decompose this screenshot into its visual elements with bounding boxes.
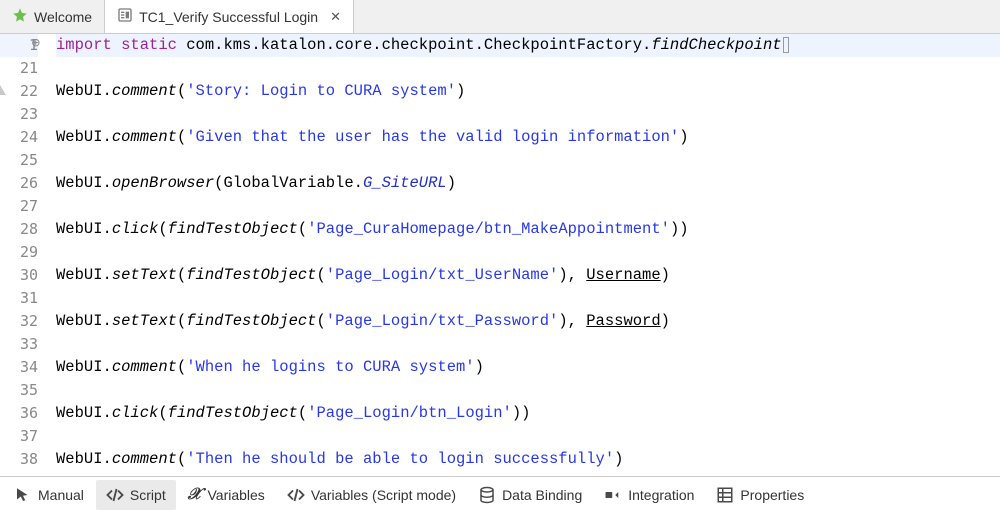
tab-data-binding[interactable]: Data Binding	[468, 480, 592, 510]
code-line[interactable]	[56, 379, 1000, 402]
properties-icon	[716, 486, 734, 504]
variable-x-icon: 𝒳	[188, 486, 202, 504]
code-icon	[287, 486, 305, 504]
code-icon	[106, 486, 124, 504]
btab-label: Variables	[207, 487, 264, 503]
btab-label: Manual	[38, 487, 84, 503]
close-icon[interactable]: ✕	[330, 9, 341, 25]
tab-variables[interactable]: 𝒳 Variables	[178, 480, 275, 510]
code-line[interactable]	[56, 241, 1000, 264]
code-line[interactable]: import static com.kms.katalon.core.check…	[56, 34, 1000, 57]
warning-marker-icon	[0, 85, 6, 95]
fold-expand-icon[interactable]: ⊕	[28, 38, 40, 50]
code-line[interactable]: WebUI.comment('Then he should be able to…	[56, 448, 1000, 471]
code-line[interactable]: WebUI.click(findTestObject('Page_CuraHom…	[56, 218, 1000, 241]
tab-manual[interactable]: Manual	[4, 480, 94, 510]
star-icon	[12, 7, 28, 26]
tab-variables-script[interactable]: Variables (Script mode)	[277, 480, 466, 510]
code-line[interactable]	[56, 103, 1000, 126]
code-line[interactable]: WebUI.comment('When he logins to CURA sy…	[56, 356, 1000, 379]
code-line[interactable]	[56, 287, 1000, 310]
integration-icon	[604, 486, 622, 504]
database-icon	[478, 486, 496, 504]
tab-label: TC1_Verify Successful Login	[139, 9, 318, 25]
tab-properties[interactable]: Properties	[706, 480, 814, 510]
code-line[interactable]: WebUI.setText(findTestObject('Page_Login…	[56, 310, 1000, 333]
code-line[interactable]: WebUI.openBrowser(GlobalVariable.G_SiteU…	[56, 172, 1000, 195]
btab-label: Properties	[740, 487, 804, 503]
tab-label: Welcome	[34, 9, 92, 25]
btab-label: Script	[130, 487, 166, 503]
tab-script[interactable]: Script	[96, 480, 176, 510]
code-line[interactable]: WebUI.click(findTestObject('Page_Login/b…	[56, 402, 1000, 425]
tab-welcome[interactable]: Welcome	[0, 0, 105, 33]
code-line[interactable]	[56, 333, 1000, 356]
btab-label: Data Binding	[502, 487, 582, 503]
tab-integration[interactable]: Integration	[594, 480, 704, 510]
testcase-file-icon	[117, 7, 133, 26]
code-line[interactable]	[56, 149, 1000, 172]
code-line[interactable]	[56, 425, 1000, 448]
tab-file[interactable]: TC1_Verify Successful Login ✕	[105, 0, 354, 33]
code-line[interactable]: WebUI.comment('Story: Login to CURA syst…	[56, 80, 1000, 103]
code-line[interactable]	[56, 195, 1000, 218]
code-line[interactable]	[56, 57, 1000, 80]
cursor-icon	[14, 486, 32, 504]
code-line[interactable]: WebUI.setText(findTestObject('Page_Login…	[56, 264, 1000, 287]
code-area[interactable]: import static com.kms.katalon.core.check…	[46, 34, 1000, 476]
btab-label: Integration	[628, 487, 694, 503]
code-line[interactable]: WebUI.comment('Given that the user has t…	[56, 126, 1000, 149]
code-editor[interactable]: 1⊕212223242526272829303132333435363738 i…	[0, 34, 1000, 476]
bottom-tabbar: Manual Script 𝒳 Variables Variables (Scr…	[0, 476, 1000, 512]
editor-tabbar: Welcome TC1_Verify Successful Login ✕	[0, 0, 1000, 34]
line-gutter: 1⊕212223242526272829303132333435363738	[0, 34, 46, 476]
btab-label: Variables (Script mode)	[311, 487, 456, 503]
